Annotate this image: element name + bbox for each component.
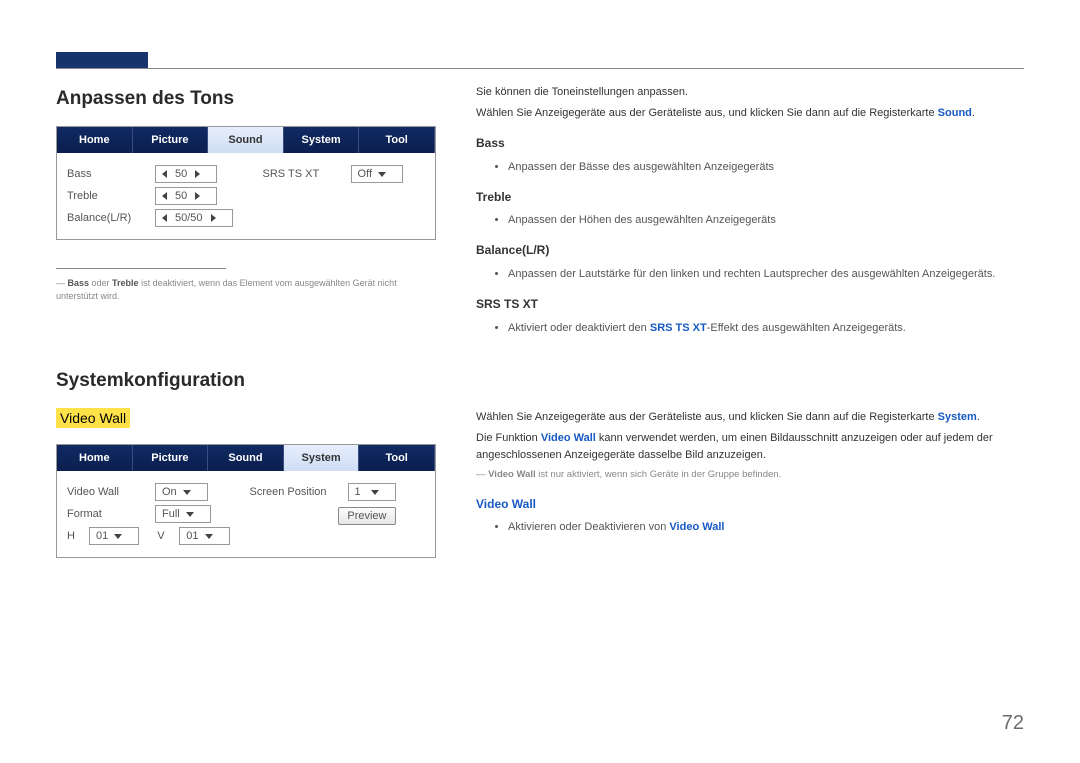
heading-treble: Treble <box>476 188 1024 207</box>
h-dropdown[interactable]: 01 <box>89 527 139 545</box>
heading-videowall: Video Wall <box>476 495 1024 514</box>
screenpos-value: 1 <box>355 486 361 498</box>
sound-intro-1: Sie können die Toneinstellungen anpassen… <box>476 84 1024 101</box>
text: Wählen Sie Anzeigegeräte aus der Gerätel… <box>476 107 938 119</box>
keyword-system: System <box>938 411 977 423</box>
bass-stepper[interactable]: 50 <box>155 165 217 183</box>
chevron-down-icon <box>114 534 122 539</box>
sound-intro-2: Wählen Sie Anzeigegeräte aus der Gerätel… <box>476 105 1024 122</box>
page-header-tab-mark <box>56 52 148 68</box>
tab-home[interactable]: Home <box>57 127 133 153</box>
field-label-srs: SRS TS XT <box>263 168 343 180</box>
preview-button[interactable]: Preview <box>338 507 395 525</box>
chevron-down-icon <box>186 512 194 517</box>
footnote-kw-treble: Treble <box>112 278 139 288</box>
keyword-videowall: Video Wall <box>541 432 596 444</box>
tab-home[interactable]: Home <box>57 445 133 471</box>
format-value: Full <box>162 508 180 520</box>
text: Aktiviert oder deaktiviert den <box>508 322 650 334</box>
srs-value: Off <box>358 168 372 180</box>
system-note: ― Video Wall ist nur aktiviert, wenn sic… <box>476 468 1024 483</box>
subsection-videowall-highlight: Video Wall <box>56 408 130 428</box>
heading-srs: SRS TS XT <box>476 295 1024 314</box>
right-arrow-icon <box>195 170 200 178</box>
videowall-value: On <box>162 486 177 498</box>
tab-system[interactable]: System <box>284 445 360 471</box>
tab-system[interactable]: System <box>284 127 360 153</box>
right-arrow-icon <box>195 192 200 200</box>
sound-footnote: ― Bass oder Treble ist deaktiviert, wenn… <box>56 277 436 302</box>
heading-balance: Balance(L/R) <box>476 241 1024 260</box>
field-label-format: Format <box>67 508 147 520</box>
field-label-screenpos: Screen Position <box>250 486 340 498</box>
note-rest: ist nur aktiviert, wenn sich Geräte in d… <box>536 469 782 480</box>
tab-picture[interactable]: Picture <box>133 127 209 153</box>
bullet-srs: Aktiviert oder deaktiviert den SRS TS XT… <box>508 320 1024 337</box>
chevron-down-icon <box>378 172 386 177</box>
balance-stepper[interactable]: 50/50 <box>155 209 233 227</box>
text: Aktivieren oder Deaktivieren von <box>508 521 669 533</box>
field-label-videowall: Video Wall <box>67 486 147 498</box>
format-dropdown[interactable]: Full <box>155 505 211 523</box>
v-value: 01 <box>186 530 198 542</box>
screenpos-dropdown[interactable]: 1 <box>348 483 396 501</box>
field-label-h: H <box>67 530 81 542</box>
left-arrow-icon <box>162 170 167 178</box>
page-header-divider <box>56 68 1024 69</box>
bullet-balance: Anpassen der Lautstärke für den linken u… <box>508 266 1024 283</box>
text: Wählen Sie Anzeigegeräte aus der Gerätel… <box>476 411 938 423</box>
note-keyword: Video Wall <box>488 469 536 480</box>
footnote-dash: ― <box>56 278 65 288</box>
tab-sound[interactable]: Sound <box>208 127 284 153</box>
section-title-system: Systemkonfiguration <box>56 370 436 392</box>
system-desc: Die Funktion Video Wall kann verwendet w… <box>476 430 1024 464</box>
heading-bass: Bass <box>476 134 1024 153</box>
chevron-down-icon <box>205 534 213 539</box>
bass-value: 50 <box>175 168 187 180</box>
treble-value: 50 <box>175 190 187 202</box>
field-label-bass: Bass <box>67 168 147 180</box>
text: . <box>977 411 980 423</box>
keyword-sound: Sound <box>938 107 972 119</box>
chevron-down-icon <box>183 490 191 495</box>
sound-settings-panel: Home Picture Sound System Tool Bass 50 <box>56 126 436 240</box>
chevron-down-icon <box>371 490 379 495</box>
treble-stepper[interactable]: 50 <box>155 187 217 205</box>
text: -Effekt des ausgewählten Anzeigegeräts. <box>707 322 906 334</box>
tab-sound[interactable]: Sound <box>208 445 284 471</box>
system-settings-panel: Home Picture Sound System Tool Video Wal… <box>56 444 436 558</box>
field-label-treble: Treble <box>67 190 147 202</box>
keyword-videowall: Video Wall <box>669 521 724 533</box>
bullet-bass: Anpassen der Bässe des ausgewählten Anze… <box>508 159 1024 176</box>
tab-tool[interactable]: Tool <box>359 445 435 471</box>
left-arrow-icon <box>162 214 167 222</box>
right-arrow-icon <box>211 214 216 222</box>
h-value: 01 <box>96 530 108 542</box>
srs-dropdown[interactable]: Off <box>351 165 403 183</box>
bullet-videowall: Aktivieren oder Deaktivieren von Video W… <box>508 519 1024 536</box>
system-intro: Wählen Sie Anzeigegeräte aus der Gerätel… <box>476 409 1024 426</box>
bullet-treble: Anpassen der Höhen des ausgewählten Anze… <box>508 212 1024 229</box>
text: . <box>972 107 975 119</box>
footnote-divider <box>56 268 226 269</box>
footnote-mid: oder <box>89 278 112 288</box>
keyword-srs: SRS TS XT <box>650 322 707 334</box>
note-dash: ― <box>476 469 486 480</box>
footnote-kw-bass: Bass <box>68 278 90 288</box>
text: Die Funktion <box>476 432 541 444</box>
field-label-v: V <box>157 530 171 542</box>
balance-value: 50/50 <box>175 212 203 224</box>
tab-picture[interactable]: Picture <box>133 445 209 471</box>
left-arrow-icon <box>162 192 167 200</box>
panel-tabs-system: Home Picture Sound System Tool <box>57 445 435 471</box>
section-title-sound: Anpassen des Tons <box>56 88 436 110</box>
tab-tool[interactable]: Tool <box>359 127 435 153</box>
panel-tabs-sound: Home Picture Sound System Tool <box>57 127 435 153</box>
videowall-dropdown[interactable]: On <box>155 483 208 501</box>
field-label-balance: Balance(L/R) <box>67 212 147 224</box>
v-dropdown[interactable]: 01 <box>179 527 229 545</box>
page-number: 72 <box>1002 712 1024 735</box>
